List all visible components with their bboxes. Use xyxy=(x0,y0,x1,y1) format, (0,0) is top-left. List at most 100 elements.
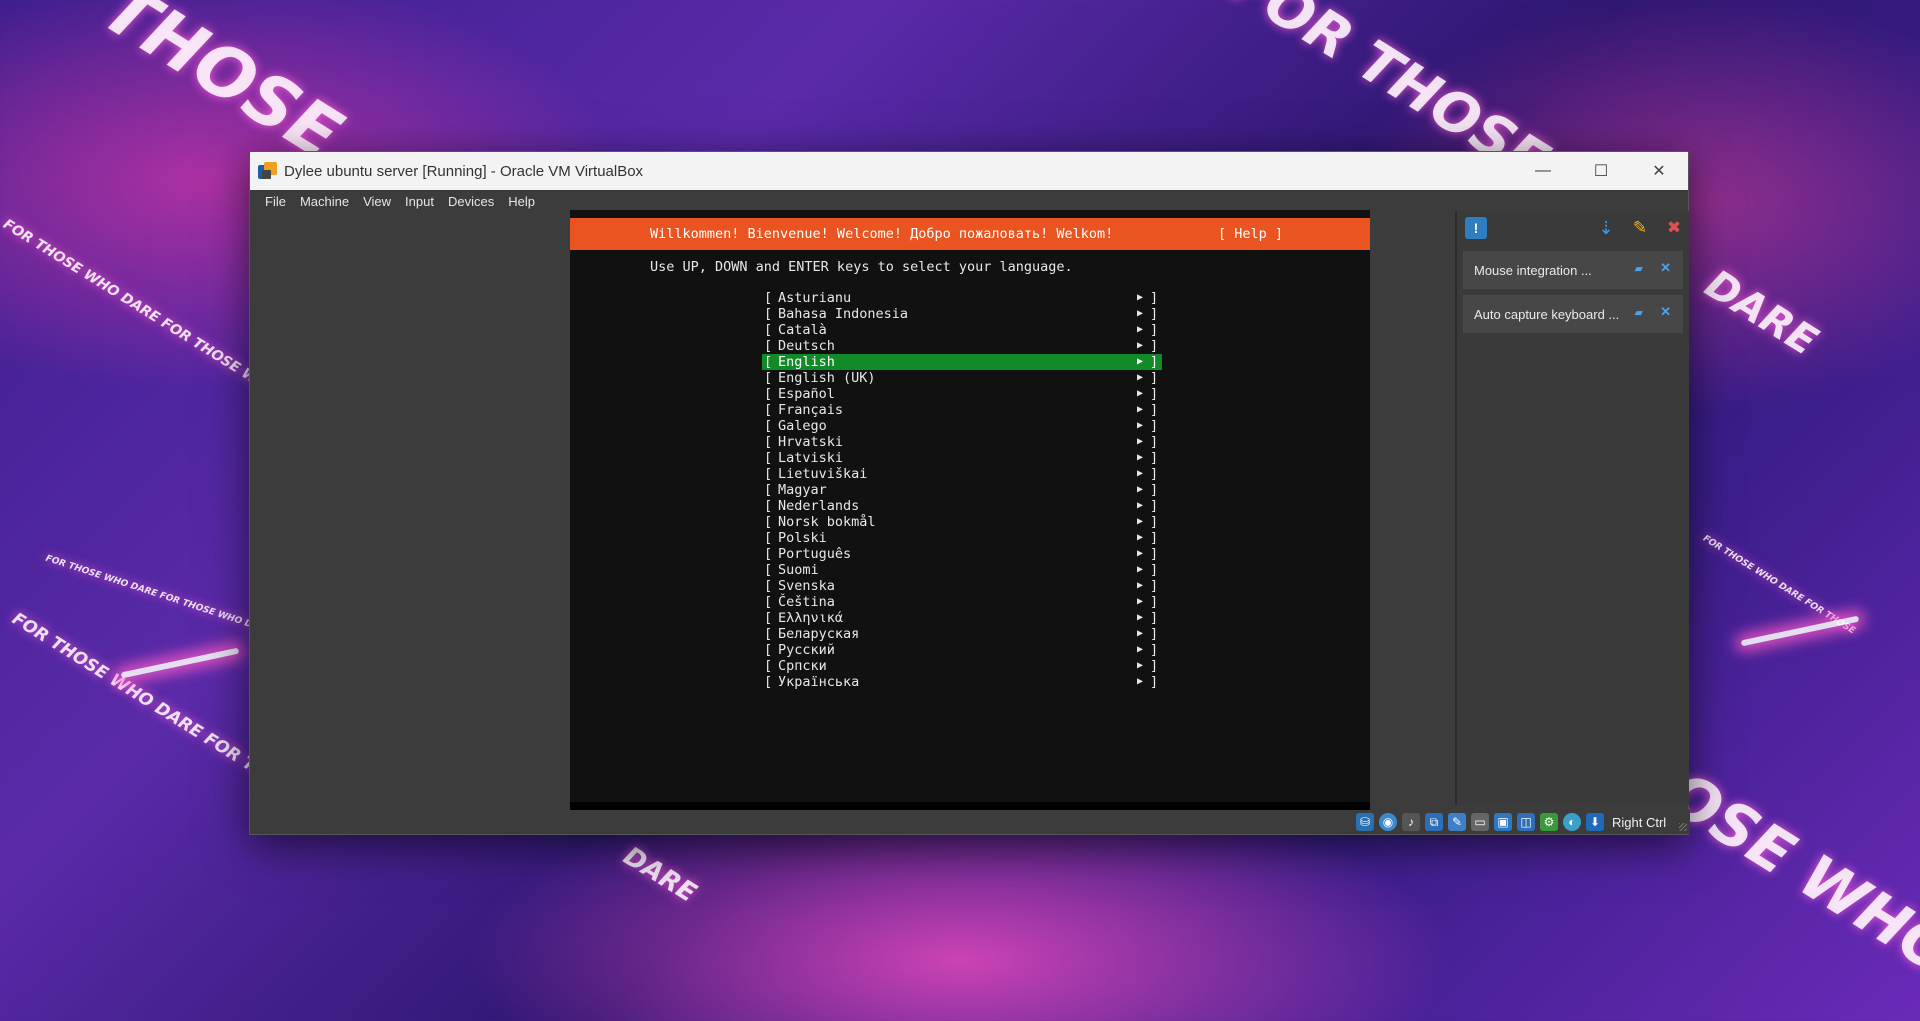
submenu-arrow-icon: ▶ xyxy=(1137,596,1144,607)
left-bracket: [ xyxy=(764,402,773,418)
accept-all-icon[interactable]: ✎ xyxy=(1629,217,1651,239)
submenu-arrow-icon: ▶ xyxy=(1137,436,1144,447)
menu-machine[interactable]: Machine xyxy=(293,194,356,209)
language-option[interactable]: [Português ▶] xyxy=(762,546,1162,562)
language-option[interactable]: [Latviski ▶] xyxy=(762,450,1162,466)
cpu-icon[interactable]: ⚙ xyxy=(1540,813,1558,831)
language-label: Deutsch xyxy=(778,338,835,354)
right-bracket: ] xyxy=(1150,626,1159,642)
right-bracket: ] xyxy=(1150,610,1159,626)
right-bracket: ] xyxy=(1150,434,1159,450)
language-option[interactable]: [English (UK) ▶] xyxy=(762,370,1162,386)
minimize-button[interactable]: — xyxy=(1514,152,1572,190)
mouse-integration-icon[interactable]: ◐ xyxy=(1563,813,1581,831)
dismiss-all-icon[interactable]: ✖ xyxy=(1663,217,1685,239)
language-option[interactable]: [Polski ▶] xyxy=(762,530,1162,546)
left-bracket: [ xyxy=(764,658,773,674)
left-bracket: [ xyxy=(764,482,773,498)
language-label: Català xyxy=(778,322,827,338)
language-option[interactable]: [Bahasa Indonesia ▶] xyxy=(762,306,1162,322)
submenu-arrow-icon: ▶ xyxy=(1137,340,1144,351)
sort-icon[interactable]: ⇣ xyxy=(1595,217,1617,239)
keep-icon[interactable]: ▰ xyxy=(1635,306,1643,319)
menu-help[interactable]: Help xyxy=(501,194,542,209)
hard-disk-icon[interactable]: ⛁ xyxy=(1356,813,1374,831)
neon-streak xyxy=(1740,615,1860,647)
menu-devices[interactable]: Devices xyxy=(441,194,501,209)
language-option[interactable]: [Svenska ▶] xyxy=(762,578,1162,594)
maximize-button[interactable]: ☐ xyxy=(1572,152,1630,190)
left-bracket: [ xyxy=(764,642,773,658)
language-option[interactable]: [Lietuviškai ▶] xyxy=(762,466,1162,482)
language-option[interactable]: [Magyar ▶] xyxy=(762,482,1162,498)
language-label: Hrvatski xyxy=(778,434,844,450)
language-label: Galego xyxy=(778,418,827,434)
language-label: Latviski xyxy=(778,450,844,466)
right-bracket: ] xyxy=(1150,354,1159,370)
title-bar[interactable]: Dylee ubuntu server [Running] - Oracle V… xyxy=(250,152,1688,190)
language-label: English xyxy=(778,354,835,370)
language-option[interactable]: [Galego ▶] xyxy=(762,418,1162,434)
right-bracket: ] xyxy=(1150,290,1159,306)
virtualbox-window: Dylee ubuntu server [Running] - Oracle V… xyxy=(249,151,1690,835)
left-bracket: [ xyxy=(764,514,773,530)
optical-drive-icon[interactable]: ◉ xyxy=(1379,813,1397,831)
keyboard-capture-icon[interactable]: ⬇ xyxy=(1586,813,1604,831)
language-option[interactable]: [Nederlands ▶] xyxy=(762,498,1162,514)
close-button[interactable]: ✕ xyxy=(1630,152,1688,190)
help-button[interactable]: [ Help ] xyxy=(1218,226,1283,242)
notification-center: ! ⇣ ✎ ✖ Mouse integration ... ▰ ✕ Auto c… xyxy=(1455,211,1689,805)
language-option[interactable]: [Українська ▶] xyxy=(762,674,1162,690)
display-icon[interactable]: ▣ xyxy=(1494,813,1512,831)
submenu-arrow-icon: ▶ xyxy=(1137,452,1144,463)
submenu-arrow-icon: ▶ xyxy=(1137,644,1144,655)
close-icon[interactable]: ✕ xyxy=(1660,304,1671,320)
language-option[interactable]: [Català ▶] xyxy=(762,322,1162,338)
submenu-arrow-icon: ▶ xyxy=(1137,676,1144,687)
language-option[interactable]: [Ελληνικά ▶] xyxy=(762,610,1162,626)
right-bracket: ] xyxy=(1150,674,1159,690)
language-list: [Asturianu ▶] [Bahasa Indonesia ▶] [Català ▶]… xyxy=(762,290,1162,690)
language-option[interactable]: [English ▶] xyxy=(762,354,1162,370)
right-bracket: ] xyxy=(1150,322,1159,338)
right-bracket: ] xyxy=(1150,306,1159,322)
usb-icon[interactable]: ✎ xyxy=(1448,813,1466,831)
notification-auto-capture[interactable]: Auto capture keyboard ... ▰ ✕ xyxy=(1463,295,1683,333)
language-option[interactable]: [Français ▶] xyxy=(762,402,1162,418)
left-bracket: [ xyxy=(764,530,773,546)
language-option[interactable]: [Русский ▶] xyxy=(762,642,1162,658)
shared-folders-icon[interactable]: ▭ xyxy=(1471,813,1489,831)
language-option[interactable]: [Čeština ▶] xyxy=(762,594,1162,610)
close-icon[interactable]: ✕ xyxy=(1660,260,1671,276)
notification-mouse-integration[interactable]: Mouse integration ... ▰ ✕ xyxy=(1463,251,1683,289)
language-label: Nederlands xyxy=(778,498,860,514)
left-bracket: [ xyxy=(764,354,773,370)
network-icon[interactable]: ⧉ xyxy=(1425,813,1443,831)
left-bracket: [ xyxy=(764,546,773,562)
menu-input[interactable]: Input xyxy=(398,194,441,209)
submenu-arrow-icon: ▶ xyxy=(1137,516,1144,527)
language-option[interactable]: [Беларуская ▶] xyxy=(762,626,1162,642)
left-bracket: [ xyxy=(764,386,773,402)
language-option[interactable]: [Español ▶] xyxy=(762,386,1162,402)
language-option[interactable]: [Asturianu ▶] xyxy=(762,290,1162,306)
recording-icon[interactable]: ◫ xyxy=(1517,813,1535,831)
language-option[interactable]: [Српски ▶] xyxy=(762,658,1162,674)
left-bracket: [ xyxy=(764,594,773,610)
language-option[interactable]: [Hrvatski ▶] xyxy=(762,434,1162,450)
right-bracket: ] xyxy=(1150,466,1159,482)
audio-icon[interactable]: ♪ xyxy=(1402,813,1420,831)
vm-guest-display[interactable]: Willkommen! Bienvenue! Welcome! Добро по… xyxy=(570,210,1370,810)
menu-view[interactable]: View xyxy=(356,194,398,209)
resize-grip[interactable] xyxy=(1679,823,1687,831)
right-bracket: ] xyxy=(1150,418,1159,434)
keep-icon[interactable]: ▰ xyxy=(1635,262,1643,275)
language-option[interactable]: [Norsk bokmål ▶] xyxy=(762,514,1162,530)
language-label: Беларуская xyxy=(778,626,860,642)
language-option[interactable]: [Suomi ▶] xyxy=(762,562,1162,578)
left-bracket: [ xyxy=(764,306,773,322)
right-bracket: ] xyxy=(1150,642,1159,658)
menu-file[interactable]: File xyxy=(258,194,293,209)
notification-center-icon[interactable]: ! xyxy=(1465,217,1487,239)
language-option[interactable]: [Deutsch ▶] xyxy=(762,338,1162,354)
